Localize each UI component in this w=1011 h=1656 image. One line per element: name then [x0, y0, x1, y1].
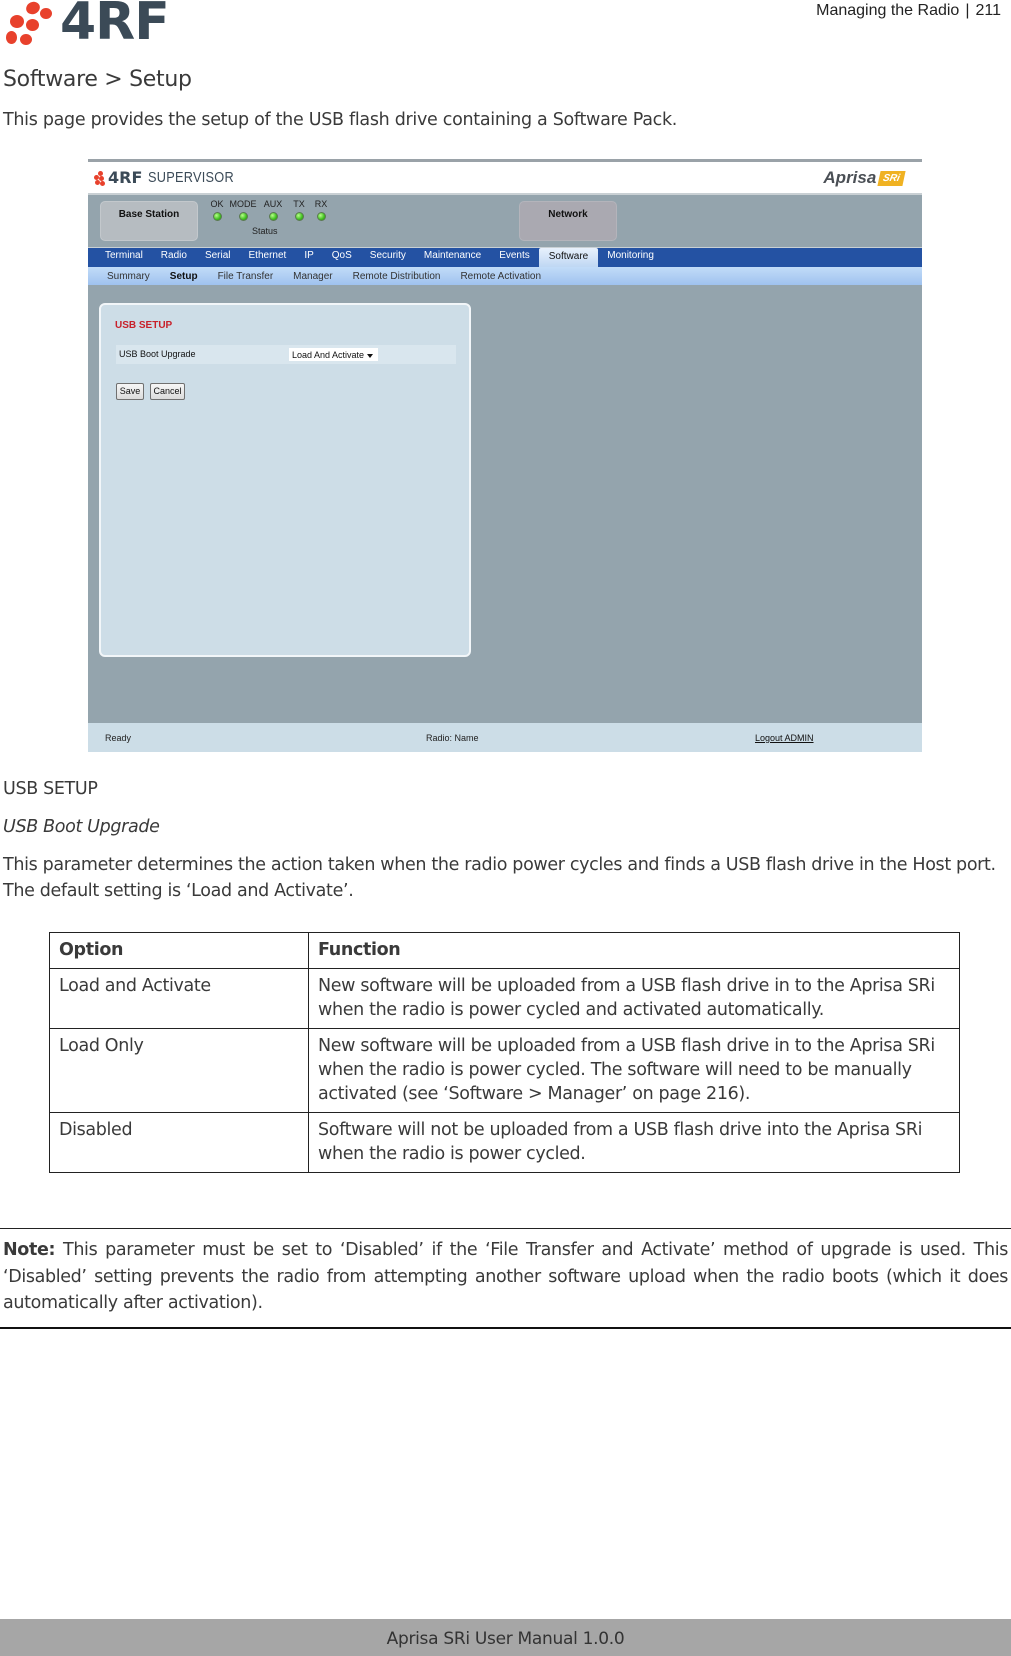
aprisa-name: Aprisa [823, 168, 877, 187]
main-nav: Terminal Radio Serial Ethernet IP QoS Se… [88, 247, 922, 267]
table-header-row: Option Function [49, 932, 960, 969]
subtab-remote-distribution[interactable]: Remote Distribution [343, 271, 451, 282]
table-row: Load Only New software will be uploaded … [49, 1028, 960, 1113]
network-button[interactable]: Network [519, 201, 617, 241]
led-aux: AUX [258, 199, 288, 221]
option-cell: Load and Activate [49, 968, 309, 1029]
led-lamp-icon [212, 212, 222, 221]
aprisa-badge: SRi [877, 170, 906, 186]
function-cell: Software will not be uploaded from a USB… [308, 1112, 960, 1173]
tab-monitoring[interactable]: Monitoring [598, 249, 663, 267]
status-area: Base Station OK MODE AUX TX RX Status Ne… [88, 197, 922, 247]
header-option: Option [49, 932, 309, 969]
tab-ethernet[interactable]: Ethernet [240, 249, 296, 267]
table-row: Disabled Software will not be uploaded f… [49, 1112, 960, 1173]
chevron-down-icon [367, 354, 373, 358]
status-text: Ready [105, 733, 132, 743]
base-station-button[interactable]: Base Station [100, 201, 198, 241]
led-lamp-icon [294, 212, 304, 221]
note-text: This parameter must be set to ‘Disabled’… [3, 1240, 1008, 1313]
note-box: Note: This parameter must be set to ‘Dis… [0, 1228, 1011, 1329]
supervisor-screenshot: 4RF SUPERVISOR Aprisa SRi Base Station O… [88, 159, 922, 752]
usb-boot-upgrade-label: USB Boot Upgrade [119, 349, 196, 359]
option-cell: Disabled [49, 1112, 309, 1173]
function-cell: New software will be uploaded from a USB… [308, 1028, 960, 1113]
logo-wordmark: 4RF [60, 0, 170, 52]
supervisor-brand: 4RF [108, 168, 143, 187]
led-lamp-icon [268, 212, 278, 221]
tab-events[interactable]: Events [490, 249, 539, 267]
function-cell: New software will be uploaded from a USB… [308, 968, 960, 1029]
supervisor-header: 4RF SUPERVISOR Aprisa SRi [88, 162, 922, 195]
header-section: Managing the Radio [816, 2, 960, 19]
tab-terminal[interactable]: Terminal [96, 249, 152, 267]
panel-title: USB SETUP [115, 320, 173, 331]
tab-serial[interactable]: Serial [196, 249, 240, 267]
led-tx: TX [288, 199, 310, 221]
header-separator: | [965, 2, 970, 19]
status-bar: Ready Radio: Name Logout ADMIN [88, 723, 922, 752]
note-label: Note: [3, 1240, 56, 1260]
led-mode: MODE [228, 199, 258, 221]
header-function: Function [308, 932, 960, 969]
options-table: Option Function Load and Activate New so… [49, 932, 960, 1173]
led-group: OK MODE AUX TX RX [206, 199, 332, 221]
tab-ip[interactable]: IP [295, 249, 322, 267]
sub-nav: Summary Setup File Transfer Manager Remo… [88, 267, 922, 285]
section-title: Software > Setup [3, 67, 192, 92]
usb-setup-heading: USB SETUP [3, 779, 98, 799]
status-label: Status [252, 226, 278, 236]
save-button[interactable]: Save [116, 383, 144, 400]
subtab-manager[interactable]: Manager [283, 271, 342, 282]
intro-text: This page provides the setup of the USB … [3, 110, 678, 130]
tab-radio[interactable]: Radio [152, 249, 196, 267]
led-ok: OK [206, 199, 228, 221]
table-row: Load and Activate New software will be u… [49, 968, 960, 1029]
tab-security[interactable]: Security [361, 249, 415, 267]
led-lamp-icon [238, 212, 248, 221]
usb-setup-panel: USB SETUP USB Boot Upgrade Load And Acti… [99, 303, 471, 657]
logo-dots-icon [6, 0, 52, 46]
subtab-setup[interactable]: Setup [160, 271, 208, 282]
page-footer: Aprisa SRi User Manual 1.0.0 [0, 1619, 1011, 1656]
cancel-button[interactable]: Cancel [150, 383, 185, 400]
subtab-file-transfer[interactable]: File Transfer [208, 271, 284, 282]
tab-maintenance[interactable]: Maintenance [415, 249, 490, 267]
tab-software[interactable]: Software [538, 248, 599, 267]
tab-qos[interactable]: QoS [323, 249, 361, 267]
page-header: Managing the Radio | 211 [816, 2, 1001, 20]
supervisor-product: SUPERVISOR [148, 169, 235, 186]
subtab-remote-activation[interactable]: Remote Activation [450, 271, 551, 282]
usb-boot-upgrade-select[interactable]: Load And Activate [289, 348, 378, 361]
aprisa-logo: Aprisa SRi [823, 168, 906, 188]
led-lamp-icon [316, 212, 326, 221]
param-heading: USB Boot Upgrade [3, 817, 160, 837]
logout-link[interactable]: Logout ADMIN [755, 733, 814, 743]
page-number: 211 [975, 2, 1001, 19]
radio-name: Radio: Name [426, 733, 479, 743]
4rf-logo: 4RF [6, 0, 186, 52]
led-rx: RX [310, 199, 332, 221]
usb-boot-upgrade-row: USB Boot Upgrade Load And Activate [116, 345, 456, 364]
subtab-summary[interactable]: Summary [97, 271, 160, 282]
mini-logo-dots-icon [94, 170, 106, 186]
param-description: This parameter determines the action tak… [3, 855, 996, 901]
select-value: Load And Activate [292, 350, 365, 360]
supervisor-logo: 4RF SUPERVISOR [94, 168, 249, 187]
option-cell: Load Only [49, 1028, 309, 1113]
